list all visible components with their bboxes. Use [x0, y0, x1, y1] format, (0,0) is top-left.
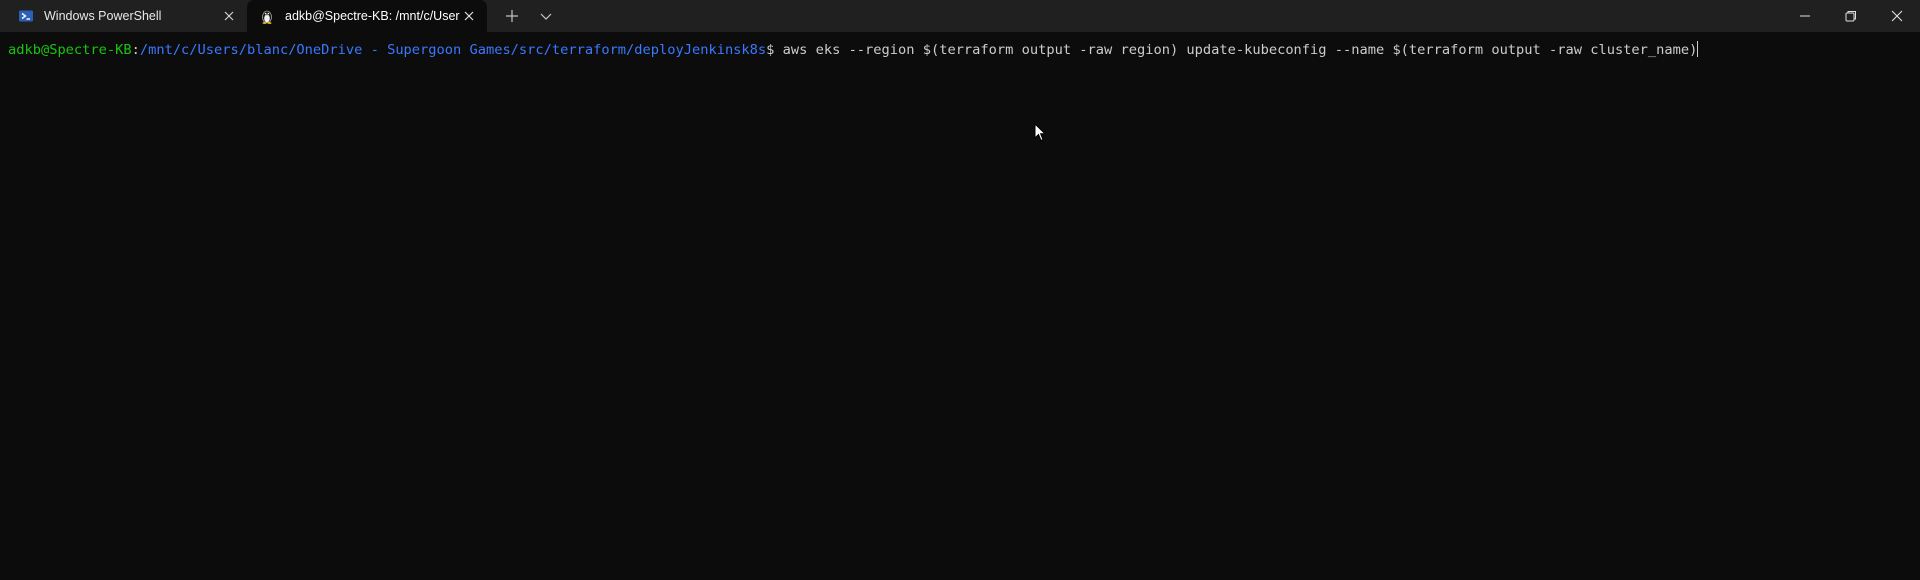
close-window-button[interactable] [1874, 0, 1920, 32]
restore-button[interactable] [1828, 0, 1874, 32]
command-line[interactable]: adkb@Spectre-KB:/mnt/c/Users/blanc/OneDr… [8, 41, 1699, 59]
chevron-down-icon [540, 13, 552, 20]
plus-icon [506, 10, 518, 22]
tab-adkb-wsl[interactable] [0, 0, 1, 32]
close-icon [1891, 10, 1903, 22]
prompt-symbol: $ [766, 42, 783, 58]
new-tab-button[interactable] [500, 6, 524, 26]
tab-title: Windows PowerShell [44, 9, 162, 23]
text-cursor [1697, 41, 1699, 57]
prompt-separator: : [131, 42, 140, 58]
tab-windows-powershell[interactable]: Windows PowerShell [0, 0, 245, 32]
prompt-user: adkb@Spectre-KB [8, 42, 132, 58]
minimize-button[interactable] [1782, 0, 1828, 32]
restore-icon [1845, 11, 1856, 22]
powershell-icon [19, 10, 33, 22]
close-icon[interactable] [461, 8, 477, 24]
close-icon[interactable] [221, 8, 237, 24]
tab-dropdown-button[interactable] [535, 6, 557, 26]
title-bar: Windows PowerShell adkb@Spectre-KB: /mnt… [0, 0, 1920, 32]
prompt-path: /mnt/c/Users/blanc/OneDrive - Supergoon … [139, 42, 767, 58]
tab-title: adkb@Spectre-KB: /mnt/c/User [285, 9, 460, 23]
terminal-pane[interactable]: adkb@Spectre-KB:/mnt/c/Users/blanc/OneDr… [0, 32, 1920, 580]
mouse-pointer-icon [1034, 123, 1046, 142]
minimize-icon [1800, 15, 1810, 17]
command-text: aws eks --region $(terraform output -raw… [782, 42, 1698, 58]
linux-penguin-icon [262, 10, 272, 24]
